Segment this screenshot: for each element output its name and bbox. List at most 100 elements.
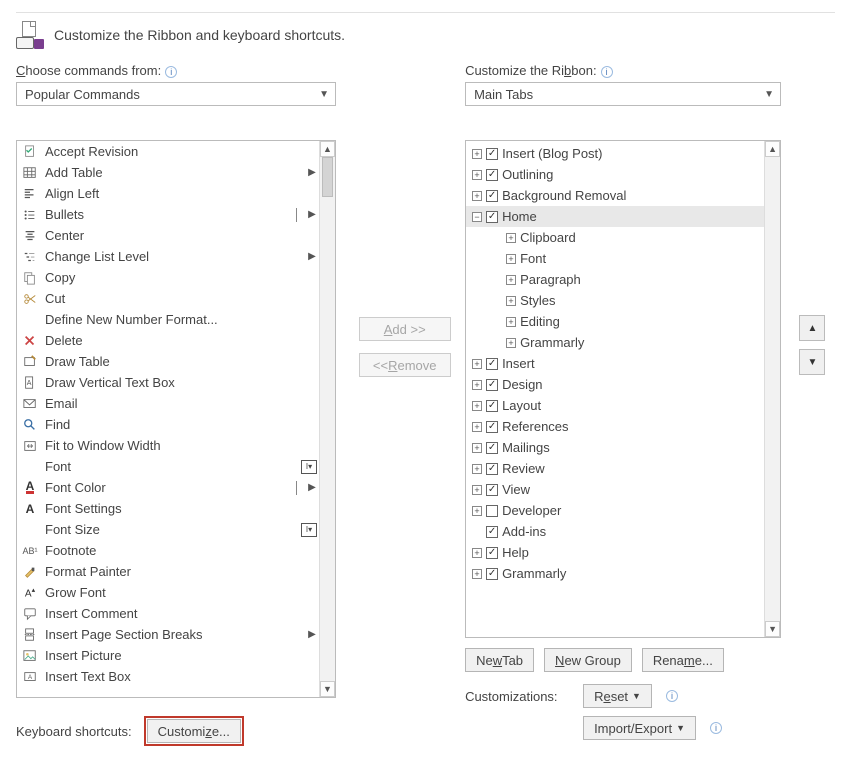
command-item[interactable]: A▴Grow Font xyxy=(17,582,319,603)
expand-icon[interactable]: + xyxy=(472,485,482,495)
tree-item[interactable]: +✓View xyxy=(466,479,764,500)
command-item[interactable]: Add Table▶ xyxy=(17,162,319,183)
rename-button[interactable]: Rename... xyxy=(642,648,724,672)
tree-item[interactable]: +✓Review xyxy=(466,458,764,479)
tree-item[interactable]: −✓Home xyxy=(466,206,764,227)
checkbox[interactable]: ✓ xyxy=(486,211,498,223)
tree-item[interactable]: +Styles xyxy=(466,290,764,311)
checkbox[interactable]: ✓ xyxy=(486,379,498,391)
collapse-icon[interactable]: − xyxy=(472,212,482,222)
scroll-down-button[interactable]: ▼ xyxy=(320,681,335,697)
scrollbar[interactable]: ▲ ▼ xyxy=(764,141,780,637)
command-item[interactable]: Insert Comment xyxy=(17,603,319,624)
command-item[interactable]: Font SizeI▾ xyxy=(17,519,319,540)
choose-commands-combo[interactable]: Popular Commands ▼ xyxy=(16,82,336,106)
expand-icon[interactable]: + xyxy=(472,191,482,201)
expand-icon[interactable]: + xyxy=(506,275,516,285)
move-up-button[interactable]: ▲ xyxy=(799,315,825,341)
command-item[interactable]: AInsert Text Box xyxy=(17,666,319,687)
checkbox[interactable]: ✓ xyxy=(486,148,498,160)
customize-ribbon-combo[interactable]: Main Tabs ▼ xyxy=(465,82,781,106)
commands-listbox[interactable]: Accept RevisionAdd Table▶Align LeftBulle… xyxy=(16,140,336,698)
expand-icon[interactable]: + xyxy=(472,170,482,180)
reset-button[interactable]: Reset ▼ xyxy=(583,684,652,708)
command-item[interactable]: Email xyxy=(17,393,319,414)
expand-icon[interactable]: + xyxy=(472,401,482,411)
tree-item[interactable]: +✓Outlining xyxy=(466,164,764,185)
tree-item[interactable]: +✓Insert (Blog Post) xyxy=(466,143,764,164)
tree-item[interactable]: +Editing xyxy=(466,311,764,332)
tree-item[interactable]: +✓Help xyxy=(466,542,764,563)
move-down-button[interactable]: ▼ xyxy=(799,349,825,375)
command-item[interactable]: Center xyxy=(17,225,319,246)
command-item[interactable]: Format Painter xyxy=(17,561,319,582)
scroll-thumb[interactable] xyxy=(322,157,333,197)
checkbox[interactable]: ✓ xyxy=(486,463,498,475)
info-icon[interactable]: i xyxy=(165,66,177,78)
expand-icon[interactable]: + xyxy=(472,359,482,369)
customize-keyboard-button[interactable]: Customize... xyxy=(147,719,241,743)
tree-item[interactable]: +Paragraph xyxy=(466,269,764,290)
checkbox[interactable]: ✓ xyxy=(486,421,498,433)
command-item[interactable]: ADraw Vertical Text Box xyxy=(17,372,319,393)
tree-item[interactable]: +✓Insert xyxy=(466,353,764,374)
expand-icon[interactable]: + xyxy=(472,149,482,159)
checkbox[interactable]: ✓ xyxy=(486,358,498,370)
command-item[interactable]: Fit to Window Width xyxy=(17,435,319,456)
command-item[interactable]: Insert Page Section Breaks▶ xyxy=(17,624,319,645)
ribbon-tree[interactable]: +✓Insert (Blog Post)+✓Outlining+✓Backgro… xyxy=(465,140,781,638)
checkbox[interactable] xyxy=(486,505,498,517)
scroll-up-button[interactable]: ▲ xyxy=(320,141,335,157)
tree-item[interactable]: +✓Grammarly xyxy=(466,563,764,584)
command-item[interactable]: Delete xyxy=(17,330,319,351)
checkbox[interactable]: ✓ xyxy=(486,190,498,202)
command-item[interactable]: Change List Level▶ xyxy=(17,246,319,267)
command-item[interactable]: Accept Revision xyxy=(17,141,319,162)
checkbox[interactable]: ✓ xyxy=(486,547,498,559)
expand-icon[interactable]: + xyxy=(506,317,516,327)
command-item[interactable]: AFont Settings xyxy=(17,498,319,519)
expand-icon[interactable]: + xyxy=(506,254,516,264)
tree-item[interactable]: +✓Layout xyxy=(466,395,764,416)
command-item[interactable]: AB¹Footnote xyxy=(17,540,319,561)
command-item[interactable]: Define New Number Format... xyxy=(17,309,319,330)
checkbox[interactable]: ✓ xyxy=(486,400,498,412)
expand-icon[interactable]: + xyxy=(506,338,516,348)
command-item[interactable]: Find xyxy=(17,414,319,435)
scrollbar[interactable]: ▲ ▼ xyxy=(319,141,335,697)
checkbox[interactable]: ✓ xyxy=(486,568,498,580)
tree-item[interactable]: +✓Mailings xyxy=(466,437,764,458)
checkbox[interactable]: ✓ xyxy=(486,169,498,181)
tree-item[interactable]: +Developer xyxy=(466,500,764,521)
checkbox[interactable]: ✓ xyxy=(486,442,498,454)
command-item[interactable]: Bullets▶ xyxy=(17,204,319,225)
scroll-down-button[interactable]: ▼ xyxy=(765,621,780,637)
tree-item[interactable]: +Grammarly xyxy=(466,332,764,353)
command-item[interactable]: Insert Picture xyxy=(17,645,319,666)
expand-icon[interactable]: + xyxy=(472,569,482,579)
expand-icon[interactable]: + xyxy=(506,233,516,243)
tree-item[interactable]: +✓Background Removal xyxy=(466,185,764,206)
command-item[interactable]: Copy xyxy=(17,267,319,288)
command-item[interactable]: Draw Table xyxy=(17,351,319,372)
scroll-up-button[interactable]: ▲ xyxy=(765,141,780,157)
new-group-button[interactable]: New Group xyxy=(544,648,632,672)
expand-icon[interactable]: + xyxy=(472,464,482,474)
tree-item[interactable]: ✓Add-ins xyxy=(466,521,764,542)
checkbox[interactable]: ✓ xyxy=(486,484,498,496)
expand-icon[interactable]: + xyxy=(472,443,482,453)
expand-icon[interactable]: + xyxy=(472,380,482,390)
expand-icon[interactable]: + xyxy=(472,548,482,558)
new-tab-button[interactable]: New Tab xyxy=(465,648,534,672)
info-icon[interactable]: i xyxy=(666,690,678,702)
command-item[interactable]: AFont Color▶ xyxy=(17,477,319,498)
tree-item[interactable]: +Font xyxy=(466,248,764,269)
expand-icon[interactable]: + xyxy=(506,296,516,306)
tree-item[interactable]: +Clipboard xyxy=(466,227,764,248)
checkbox[interactable]: ✓ xyxy=(486,526,498,538)
expand-icon[interactable]: + xyxy=(472,506,482,516)
command-item[interactable]: Cut xyxy=(17,288,319,309)
import-export-button[interactable]: Import/Export ▼ xyxy=(583,716,696,740)
command-item[interactable]: Align Left xyxy=(17,183,319,204)
tree-item[interactable]: +✓Design xyxy=(466,374,764,395)
